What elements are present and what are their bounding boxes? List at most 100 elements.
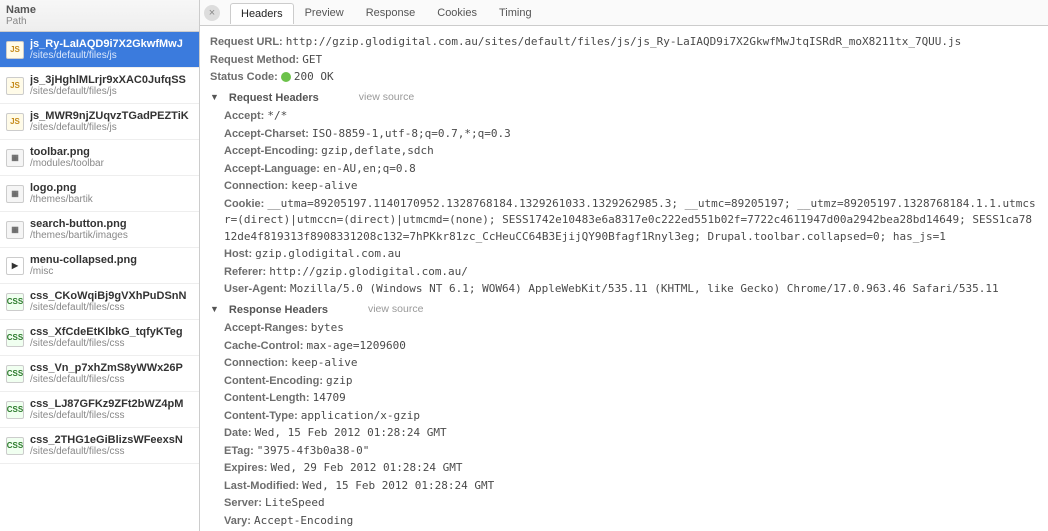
- header-key: Cookie:: [224, 198, 267, 210]
- header-key: Host:: [224, 248, 255, 260]
- triangle-down-icon: ▼: [210, 303, 219, 317]
- file-name: js_Ry-LaIAQD9i7X2GkwfMwJ: [30, 38, 183, 50]
- header-row: ETag: "3975-4f3b0a38-0": [224, 443, 1038, 460]
- file-name: css_LJ87GFKz9ZFt2bWZ4pM: [30, 398, 183, 410]
- response-headers-section[interactable]: ▼ Response Headers view source: [210, 302, 1038, 319]
- header-value: gzip.glodigital.com.au: [255, 247, 401, 260]
- header-value: Wed, 15 Feb 2012 01:28:24 GMT: [255, 426, 447, 439]
- header-key: Accept-Language:: [224, 163, 323, 175]
- sidebar-header: Name Path: [0, 0, 199, 32]
- file-name: logo.png: [30, 182, 93, 194]
- header-row: Expires: Wed, 29 Feb 2012 01:28:24 GMT: [224, 460, 1038, 477]
- header-key: Accept-Encoding:: [224, 145, 321, 157]
- status-dot-icon: [281, 72, 291, 82]
- file-path: /misc: [30, 266, 137, 277]
- request-headers-list: Accept: */* Accept-Charset: ISO-8859-1,ut…: [210, 108, 1038, 298]
- main-panel: × HeadersPreviewResponseCookiesTiming Re…: [200, 0, 1048, 531]
- file-item[interactable]: CSScss_XfCdeEtKlbkG_tqfyKTeg/sites/defau…: [0, 320, 199, 356]
- file-list: JS js_Ry-LaIAQD9i7X2GkwfMwJ/sites/default…: [0, 32, 199, 464]
- header-key: Cache-Control:: [224, 340, 307, 352]
- view-source-link[interactable]: view source: [359, 90, 414, 106]
- header-value: */*: [267, 109, 287, 122]
- header-row: User-Agent: Mozilla/5.0 (Windows NT 6.1;…: [224, 281, 1038, 298]
- file-item[interactable]: CSScss_LJ87GFKz9ZFt2bWZ4pM/sites/default…: [0, 392, 199, 428]
- response-headers-list: Accept-Ranges: bytesCache-Control: max-a…: [210, 320, 1038, 529]
- file-item[interactable]: ▦ search-button.png/themes/bartik/images: [0, 212, 199, 248]
- header-row: Content-Type: application/x-gzip: [224, 408, 1038, 425]
- file-path: /sites/default/files/js: [30, 50, 183, 61]
- header-row: Vary: Accept-Encoding: [224, 513, 1038, 530]
- request-method-label: Request Method:: [210, 54, 299, 66]
- view-source-link[interactable]: view source: [368, 302, 423, 318]
- file-item[interactable]: ▦logo.png/themes/bartik: [0, 176, 199, 212]
- header-key: User-Agent:: [224, 283, 290, 295]
- file-item[interactable]: JSjs_3jHghlMLrjr9xXAC0JufqSS/sites/defau…: [0, 68, 199, 104]
- header-value: LiteSpeed: [265, 496, 325, 509]
- js-file-icon: JS: [6, 41, 24, 59]
- tab-cookies[interactable]: Cookies: [426, 2, 488, 23]
- css-file-icon: CSS: [6, 329, 24, 347]
- header-row: Content-Length: 14709: [224, 390, 1038, 407]
- response-headers-title: Response Headers: [229, 302, 328, 319]
- header-value: gzip: [326, 374, 353, 387]
- css-file-icon: CSS: [6, 437, 24, 455]
- header-key: Accept-Charset:: [224, 128, 312, 140]
- tab-preview[interactable]: Preview: [294, 2, 355, 23]
- img-file-icon: ▦: [6, 221, 24, 239]
- header-key: Accept:: [224, 110, 267, 122]
- file-item[interactable]: ▦toolbar.png/modules/toolbar: [0, 140, 199, 176]
- header-row: Server: LiteSpeed: [224, 495, 1038, 512]
- js-file-icon: JS: [6, 113, 24, 131]
- css-file-icon: CSS: [6, 293, 24, 311]
- header-value: application/x-gzip: [301, 409, 420, 422]
- header-value: Wed, 29 Feb 2012 01:28:24 GMT: [270, 461, 462, 474]
- header-row: Last-Modified: Wed, 15 Feb 2012 01:28:24…: [224, 478, 1038, 495]
- file-item[interactable]: CSScss_CKoWqiBj9gVXhPuDSnN/sites/default…: [0, 284, 199, 320]
- headers-content: Request URL: http://gzip.glodigital.com.…: [200, 26, 1048, 531]
- file-item[interactable]: CSScss_Vn_p7xhZmS8yWWx26P/sites/default/…: [0, 356, 199, 392]
- css-file-icon: CSS: [6, 365, 24, 383]
- file-path: /sites/default/files/js: [30, 86, 186, 97]
- header-value: keep-alive: [291, 179, 357, 192]
- request-url-row: Request URL: http://gzip.glodigital.com.…: [210, 34, 1038, 51]
- tab-timing[interactable]: Timing: [488, 2, 543, 23]
- tab-response[interactable]: Response: [355, 2, 427, 23]
- file-path: /modules/toolbar: [30, 158, 104, 169]
- request-url-label: Request URL:: [210, 36, 283, 48]
- header-value: Wed, 15 Feb 2012 01:28:24 GMT: [302, 479, 494, 492]
- file-path: /sites/default/files/css: [30, 374, 183, 385]
- status-code-value: 200 OK: [294, 70, 334, 83]
- request-method-value: GET: [302, 53, 322, 66]
- file-path: /sites/default/files/css: [30, 410, 183, 421]
- tab-headers[interactable]: Headers: [230, 3, 294, 24]
- play-file-icon: ▶: [6, 257, 24, 275]
- header-key: Accept-Ranges:: [224, 322, 311, 334]
- close-icon[interactable]: ×: [204, 5, 220, 21]
- column-name-header: Name: [6, 4, 193, 16]
- file-item[interactable]: JS js_Ry-LaIAQD9i7X2GkwfMwJ/sites/default…: [0, 32, 199, 68]
- file-name: search-button.png: [30, 218, 128, 230]
- file-item[interactable]: JSjs_MWR9njZUqvzTGadPEZTiK/sites/default…: [0, 104, 199, 140]
- file-name: css_CKoWqiBj9gVXhPuDSnN: [30, 290, 186, 302]
- file-name: css_XfCdeEtKlbkG_tqfyKTeg: [30, 326, 183, 338]
- header-value: ISO-8859-1,utf-8;q=0.7,*;q=0.3: [312, 127, 511, 140]
- header-key: Referer:: [224, 266, 269, 278]
- header-key: Content-Length:: [224, 392, 313, 404]
- img-file-icon: ▦: [6, 149, 24, 167]
- header-row: Referer: http://gzip.glodigital.com.au/: [224, 264, 1038, 281]
- tabbar: × HeadersPreviewResponseCookiesTiming: [200, 0, 1048, 26]
- header-row: Cookie: __utma=89205197.1140170952.13287…: [224, 196, 1038, 246]
- request-headers-section[interactable]: ▼Request Headers view source: [210, 90, 1038, 107]
- header-row: Content-Encoding: gzip: [224, 373, 1038, 390]
- header-value: "3975-4f3b0a38-0": [257, 444, 370, 457]
- request-url-value: http://gzip.glodigital.com.au/sites/defa…: [286, 35, 962, 48]
- header-row: Accept-Charset: ISO-8859-1,utf-8;q=0.7,*…: [224, 126, 1038, 143]
- file-path: /themes/bartik/images: [30, 230, 128, 241]
- file-name: js_MWR9njZUqvzTGadPEZTiK: [30, 110, 189, 122]
- status-code-row: Status Code: 200 OK: [210, 69, 1038, 86]
- column-path-header: Path: [6, 16, 193, 27]
- header-key: Connection:: [224, 357, 291, 369]
- file-item[interactable]: CSScss_2THG1eGiBlizsWFeexsN/sites/defaul…: [0, 428, 199, 464]
- file-item[interactable]: ▶menu-collapsed.png/misc: [0, 248, 199, 284]
- header-value: http://gzip.glodigital.com.au/: [269, 265, 468, 278]
